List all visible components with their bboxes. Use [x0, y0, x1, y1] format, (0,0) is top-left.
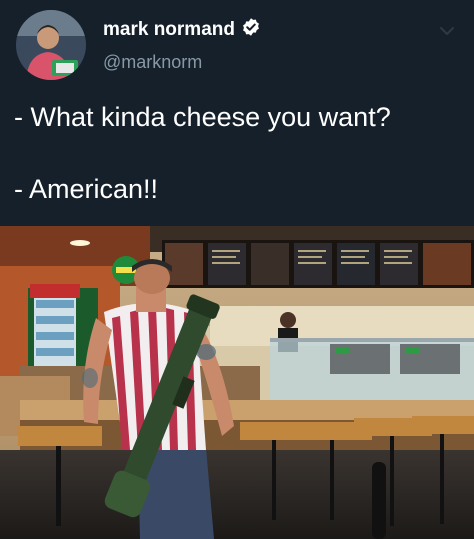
tweet-line: - American!! [14, 174, 159, 204]
chevron-down-icon[interactable] [438, 22, 456, 40]
tweet-header: mark normand @marknorm [0, 0, 474, 90]
avatar[interactable] [16, 10, 86, 80]
tweet-text: - What kinda cheese you want? - American… [14, 98, 460, 208]
tweet-photo[interactable] [0, 226, 474, 539]
tweet: mark normand @marknorm - What kinda chee… [0, 0, 474, 539]
author-name[interactable]: mark normand [103, 19, 235, 41]
author-handle[interactable]: @marknorm [103, 52, 202, 73]
tweet-line: - What kinda cheese you want? [14, 102, 391, 132]
author-name-row: mark normand [103, 17, 261, 42]
verified-badge-icon [241, 17, 261, 42]
